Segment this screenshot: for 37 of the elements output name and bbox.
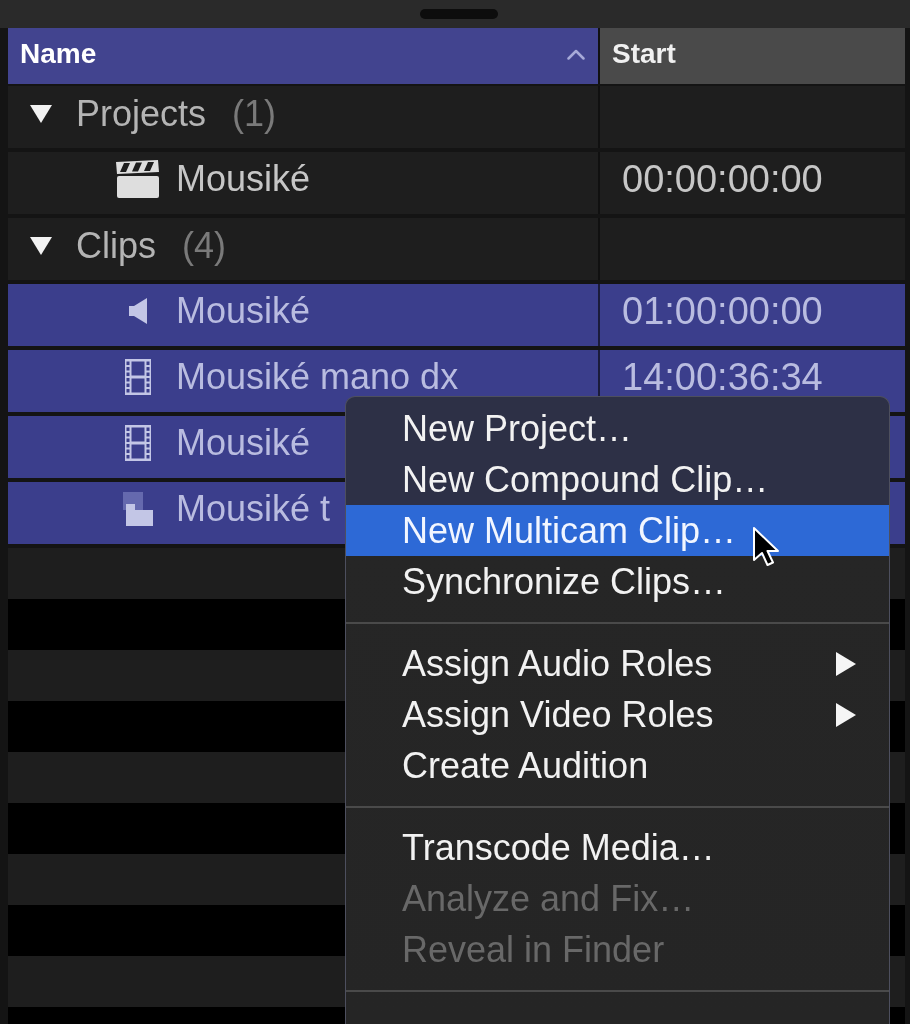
- film-strip-icon: [125, 425, 151, 461]
- column-header[interactable]: Name: [8, 28, 598, 84]
- group-count: (1): [232, 96, 277, 132]
- clip-name: Mousiké: [176, 425, 311, 461]
- clip-name: Mousiké: [176, 161, 311, 197]
- clip-row[interactable]: Mousiké 01:00:00:00: [8, 284, 905, 346]
- submenu-arrow-icon: [836, 651, 856, 676]
- menu-item[interactable]: Assign Video Roles: [346, 689, 889, 740]
- disclosure-triangle-icon[interactable]: [30, 105, 52, 123]
- disclosure-triangle-icon[interactable]: [30, 237, 52, 255]
- cursor-icon: [752, 526, 780, 567]
- menu-item[interactable]: Assign Audio Roles: [346, 638, 889, 689]
- menu-item[interactable]: Transcode Media…: [346, 822, 889, 873]
- folder-icon: [123, 492, 153, 526]
- group-count: (4): [182, 228, 226, 264]
- start-timecode: 01:00:00:00: [622, 292, 823, 330]
- clip-row[interactable]: Mousiké 00:00:00:00: [8, 152, 905, 214]
- clip-name: Mousiké: [176, 293, 311, 329]
- group-label: Clips: [76, 228, 156, 264]
- menu-item[interactable]: New Multicam Clip…: [346, 505, 889, 556]
- film-strip-icon: [125, 359, 151, 395]
- clip-name: Mousiké mano dx: [176, 359, 459, 395]
- submenu-arrow-icon: [836, 702, 856, 727]
- group-label: Projects: [76, 96, 207, 132]
- column-header[interactable]: Start: [598, 28, 905, 84]
- group-row[interactable]: Projects (1): [8, 86, 905, 148]
- speaker-icon: [129, 298, 147, 324]
- clapperboard-icon: [116, 160, 160, 198]
- resize-handle[interactable]: [420, 9, 498, 19]
- menu-item[interactable]: Synchronize Clips…: [346, 556, 889, 607]
- sort-caret-icon: [567, 48, 585, 60]
- menu-item[interactable]: Create Audition: [346, 740, 889, 791]
- start-timecode: 00:00:00:00: [622, 160, 823, 198]
- clip-name: Mousiké t: [176, 491, 331, 527]
- group-row[interactable]: Clips (4): [8, 218, 905, 280]
- menu-item[interactable]: New Compound Clip…: [346, 454, 889, 505]
- start-timecode: 14:00:36:34: [622, 358, 823, 396]
